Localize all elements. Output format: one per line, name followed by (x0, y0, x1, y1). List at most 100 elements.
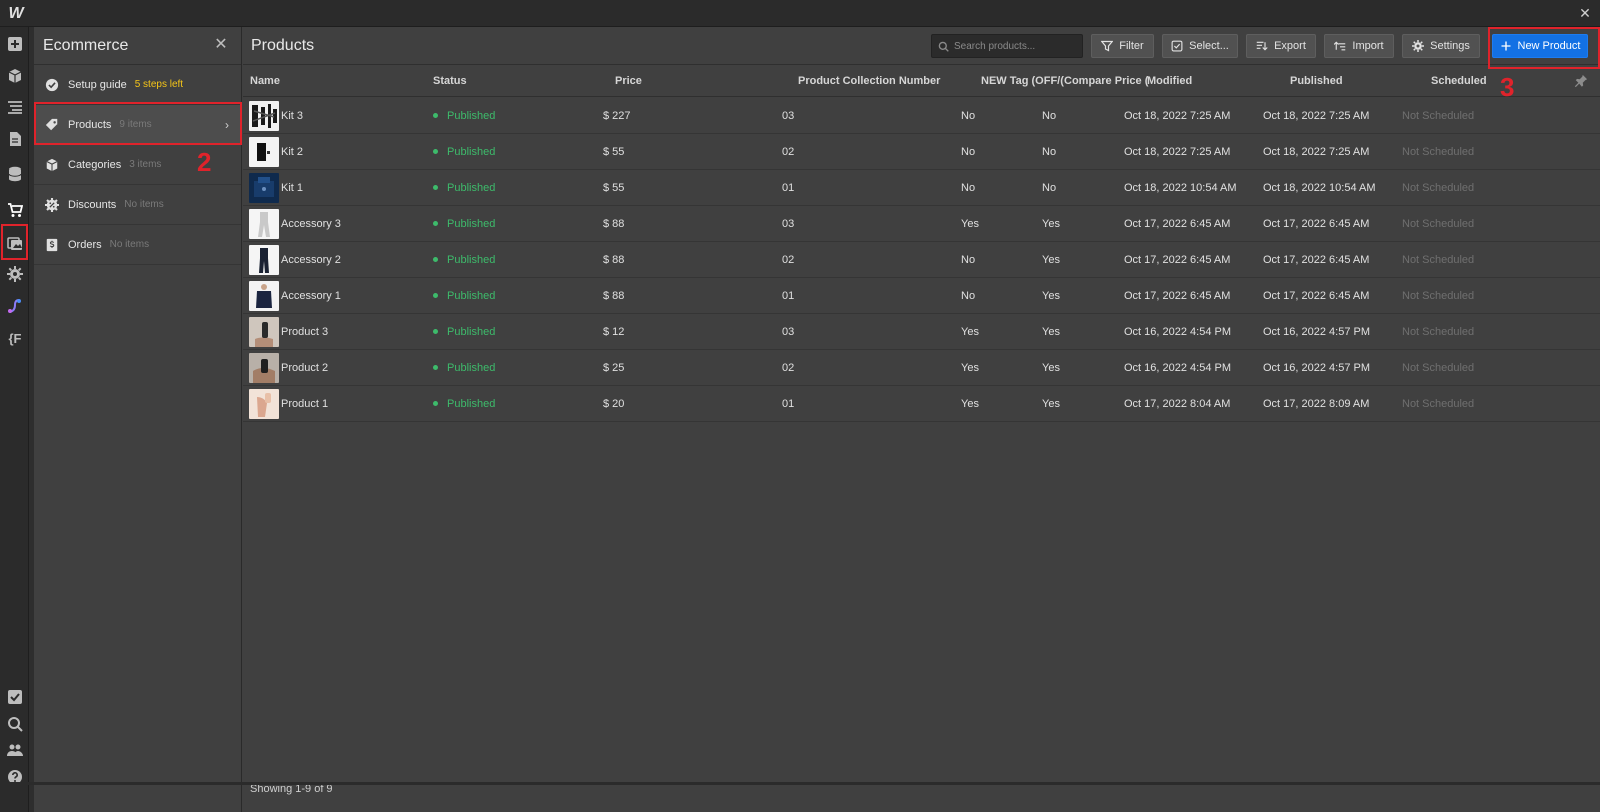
navigator-icon[interactable] (5, 97, 25, 117)
import-button[interactable]: Import (1324, 34, 1394, 58)
cms-database-icon[interactable] (5, 164, 25, 184)
close-icon[interactable]: ✕ (213, 37, 229, 53)
cell-status: Published (433, 362, 495, 374)
add-elements-icon[interactable] (5, 34, 25, 54)
cell-price-text: $ 55 (603, 146, 625, 158)
main-header: Products Filter Select... Export Import … (243, 27, 1600, 65)
table-row[interactable]: Accessory 3 Published $ 88 03 Yes Yes Oct 17, … (243, 206, 1600, 242)
column-header-collection-number[interactable]: Product Collection Number (798, 75, 940, 87)
settings-button[interactable]: Settings (1402, 34, 1480, 58)
cell-status-text: Published (447, 362, 496, 374)
variables-icon[interactable]: {F (5, 328, 25, 348)
pin-icon[interactable] (1574, 74, 1588, 88)
cell-modified-text: Oct 17, 2022 8:04 AM (1124, 398, 1231, 410)
select-button[interactable]: Select... (1162, 34, 1238, 58)
cell-compare-price: Yes (1042, 254, 1060, 266)
cell-name: Accessory 3 (281, 218, 341, 230)
panel-item-count: No items (109, 239, 150, 250)
panel-item-orders[interactable]: Orders No items (34, 225, 241, 265)
cell-name-text: Accessory 1 (281, 290, 341, 302)
cell-published-text: Oct 18, 2022 7:25 AM (1263, 110, 1370, 122)
tasks-check-icon[interactable] (5, 687, 25, 707)
cell-published-text: Oct 17, 2022 6:45 AM (1263, 254, 1370, 266)
cell-published-text: Oct 18, 2022 10:54 AM (1263, 182, 1376, 194)
cell-status: Published (433, 146, 495, 158)
column-header-new-tag[interactable]: NEW Tag (OFF/( (981, 75, 1064, 87)
cell-modified: Oct 17, 2022 8:04 AM (1124, 398, 1230, 410)
panel-item-discounts[interactable]: Discounts No items (34, 185, 241, 225)
product-thumbnail (249, 353, 279, 383)
left-icon-rail: {F (0, 27, 29, 812)
cell-scheduled: Not Scheduled (1402, 254, 1474, 266)
cell-collection-number-text: 01 (782, 398, 795, 410)
table-row[interactable]: Product 2 Published $ 25 02 Yes Yes Oct 16, 20… (243, 350, 1600, 386)
webflow-logo[interactable]: W (6, 4, 26, 24)
cell-compare-price-text: Yes (1042, 398, 1060, 410)
cell-status: Published (433, 398, 495, 410)
cell-scheduled: Not Scheduled (1402, 290, 1474, 302)
ecommerce-cart-icon[interactable] (5, 200, 25, 220)
cell-modified-text: Oct 16, 2022 4:54 PM (1124, 326, 1232, 338)
search-box[interactable] (931, 34, 1083, 58)
pages-icon[interactable] (5, 129, 25, 149)
cell-price: $ 88 (603, 290, 624, 302)
panel-header: Ecommerce ✕ (34, 27, 241, 65)
table-row[interactable]: Product 1 Published $ 20 01 Yes Yes Oct 17, 20… (243, 386, 1600, 422)
cell-modified: Oct 16, 2022 4:54 PM (1124, 326, 1231, 338)
panel-item-setup-guide[interactable]: Setup guide 5 steps left (34, 65, 241, 105)
panel-item-label: Setup guide (68, 78, 127, 91)
cell-status: Published (433, 218, 495, 230)
cell-collection-number-text: 01 (782, 290, 795, 302)
table-row[interactable]: Kit 2 Published $ 55 02 No No Oct 18, 2022 7:2… (243, 134, 1600, 170)
export-button[interactable]: Export (1246, 34, 1316, 58)
search-icon[interactable] (5, 714, 25, 734)
table-row[interactable]: Kit 1 Published $ 55 01 No No Oct 18, 2022 10:… (243, 170, 1600, 206)
cell-scheduled-text: Not Scheduled (1402, 326, 1475, 338)
cell-scheduled: Not Scheduled (1402, 146, 1474, 158)
annotation-highlight-ecommerce (1, 224, 28, 260)
cell-name: Product 2 (281, 362, 328, 374)
column-header-name[interactable]: Name (250, 75, 280, 87)
cell-name-text: Kit 3 (281, 110, 304, 122)
status-dot-icon (433, 400, 438, 406)
cell-status-text: Published (447, 290, 496, 302)
export-icon (1256, 41, 1268, 51)
cell-scheduled-text: Not Scheduled (1402, 146, 1475, 158)
search-input[interactable] (954, 40, 1074, 52)
logic-icon[interactable] (5, 296, 25, 316)
annotation-highlight-products (34, 102, 242, 145)
cell-modified: Oct 17, 2022 6:45 AM (1124, 290, 1230, 302)
column-header-status[interactable]: Status (433, 75, 467, 87)
column-header-compare-price[interactable]: Compare Price ( (1064, 75, 1148, 87)
status-dot-icon (433, 328, 438, 334)
column-header-published[interactable]: Published (1290, 75, 1343, 87)
table-row[interactable]: Accessory 1 Published $ 88 01 No Yes Oct 17, 2… (243, 278, 1600, 314)
product-thumbnail (249, 281, 279, 311)
cell-scheduled: Not Scheduled (1402, 110, 1474, 122)
cell-scheduled: Not Scheduled (1402, 326, 1474, 338)
column-header-modified[interactable]: Modified (1147, 75, 1192, 87)
product-thumbnail (249, 389, 279, 419)
cube-icon (44, 157, 60, 173)
table-row[interactable]: Accessory 2 Published $ 88 02 No Yes Oct 17, 2… (243, 242, 1600, 278)
search-icon (938, 41, 949, 52)
column-header-scheduled[interactable]: Scheduled (1431, 75, 1487, 87)
cell-compare-price-text: Yes (1042, 218, 1060, 230)
cell-name-text: Product 2 (281, 362, 329, 374)
settings-gear-icon[interactable] (5, 264, 25, 284)
users-icon[interactable] (5, 740, 25, 760)
cell-name-text: Kit 2 (281, 146, 304, 158)
panel-item-count: 3 items (129, 159, 162, 170)
table-row[interactable]: Product 3 Published $ 12 03 Yes Yes Oct 16, 20… (243, 314, 1600, 350)
cell-collection-number: 02 (782, 362, 794, 374)
filter-button[interactable]: Filter (1091, 34, 1154, 58)
close-icon[interactable]: ✕ (1576, 4, 1594, 22)
cube-icon[interactable] (5, 66, 25, 86)
filter-icon (1101, 40, 1114, 52)
cell-published: Oct 18, 2022 10:54 AM (1263, 182, 1376, 194)
cell-published: Oct 17, 2022 6:45 AM (1263, 290, 1369, 302)
table-row[interactable]: Kit 3 Published $ 227 03 No No Oct 18, 2022 7:… (243, 98, 1600, 134)
cell-name-text: Accessory 2 (281, 254, 341, 266)
cell-status: Published (433, 290, 495, 302)
column-header-price[interactable]: Price (615, 75, 642, 87)
